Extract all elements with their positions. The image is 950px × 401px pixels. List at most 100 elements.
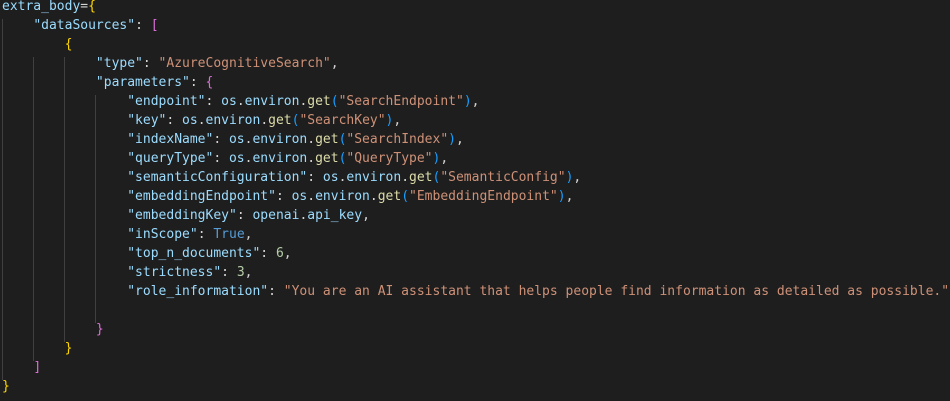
code-line[interactable]: "inScope": True,: [2, 225, 252, 244]
code-token: .: [236, 94, 245, 109]
code-token: :: [268, 284, 284, 299]
code-token: :: [307, 170, 323, 185]
code-line[interactable]: "queryType": os.environ.get("QueryType")…: [2, 149, 448, 168]
code-token: :: [260, 246, 276, 261]
code-token: :: [166, 113, 183, 128]
code-token: "inScope": [127, 227, 198, 242]
code-line[interactable]: "embeddingKey": openai.api_key,: [2, 206, 370, 225]
code-token: ): [448, 132, 456, 147]
code-line[interactable]: }: [2, 377, 10, 396]
code-token: 6: [275, 246, 284, 261]
code-token: "QueryType": [346, 151, 433, 166]
code-token: "embeddingKey": [127, 208, 237, 223]
code-line[interactable]: "embeddingEndpoint": os.environ.get("Emb…: [2, 187, 573, 206]
code-line[interactable]: {: [2, 35, 73, 54]
code-token: ,: [283, 246, 292, 261]
code-line[interactable]: "strictness": 3,: [2, 263, 252, 282]
code-token: .: [197, 113, 206, 128]
code-token: get: [268, 113, 292, 128]
code-token: environ: [205, 113, 261, 128]
code-token: get: [315, 151, 339, 166]
code-token: get: [315, 132, 339, 147]
code-token: }: [2, 379, 10, 394]
code-token: :: [205, 94, 222, 109]
code-token: :: [213, 132, 229, 147]
code-token: }: [95, 322, 104, 337]
code-token: os: [322, 170, 339, 185]
code-token: get: [307, 94, 331, 109]
code-token: "top_n_documents": [127, 246, 261, 261]
code-token: :: [135, 18, 151, 33]
code-token: ,: [244, 265, 253, 280]
code-token: "role_information": [127, 284, 269, 299]
code-token: environ: [315, 189, 370, 204]
code-token: .: [307, 151, 316, 166]
code-token: :: [189, 75, 206, 90]
code-token: os: [228, 151, 245, 166]
code-token: ,: [573, 170, 582, 185]
code-token: ,: [471, 94, 480, 109]
code-token: :: [236, 208, 253, 223]
code-token: =: [80, 0, 89, 14]
code-token: get: [409, 170, 433, 185]
code-token: "embeddingEndpoint": [127, 189, 276, 204]
code-line[interactable]: "role_information": "You are an AI assis…: [2, 282, 950, 301]
code-token: environ: [252, 151, 308, 166]
code-line[interactable]: }: [2, 339, 73, 358]
code-token: :: [275, 189, 292, 204]
code-line[interactable]: "dataSources": [: [2, 16, 158, 35]
code-line[interactable]: "indexName": os.environ.get("SearchIndex…: [2, 130, 464, 149]
code-token: .: [307, 189, 316, 204]
code-token: "dataSources": [33, 18, 136, 33]
code-token: ,: [244, 227, 253, 242]
code-token: "type": [95, 56, 143, 71]
code-token: environ: [346, 170, 402, 185]
code-line[interactable]: "parameters": {: [2, 73, 213, 92]
code-token: get: [377, 189, 402, 204]
code-token: ,: [565, 189, 574, 204]
code-token: (: [330, 94, 339, 109]
code-token: :: [142, 56, 159, 71]
code-editor[interactable]: extra_body={ "dataSources": [ { "type": …: [0, 0, 950, 401]
code-token: :: [221, 265, 237, 280]
code-token: "SearchIndex": [346, 132, 449, 147]
code-token: ,: [362, 208, 370, 223]
code-token: {: [205, 75, 214, 90]
code-token: .: [307, 132, 316, 147]
code-token: ,: [455, 132, 464, 147]
code-line[interactable]: "type": "AzureCognitiveSearch",: [2, 54, 339, 73]
code-token: "parameters": [95, 75, 190, 90]
code-token: "EmbeddingEndpoint": [409, 189, 558, 204]
code-line[interactable]: "semanticConfiguration": os.environ.get(…: [2, 168, 581, 187]
code-line[interactable]: extra_body={: [2, 0, 96, 16]
code-line[interactable]: "key": os.environ.get("SearchKey"),: [2, 111, 401, 130]
code-line[interactable]: }: [2, 320, 104, 339]
code-token: "strictness": [127, 265, 222, 280]
code-line[interactable]: "endpoint": os.environ.get("SearchEndpoi…: [2, 92, 479, 111]
code-line[interactable]: ]: [2, 358, 41, 377]
code-token: "indexName": [127, 132, 214, 147]
code-token: "key": [127, 113, 167, 128]
code-token: ): [463, 94, 472, 109]
code-token: .: [260, 113, 269, 128]
code-token: "SearchEndpoint": [338, 94, 464, 109]
code-token: :: [197, 227, 214, 242]
code-token: "queryType": [127, 151, 214, 166]
code-token: ]: [33, 360, 42, 375]
code-line[interactable]: "top_n_documents": 6,: [2, 244, 292, 263]
